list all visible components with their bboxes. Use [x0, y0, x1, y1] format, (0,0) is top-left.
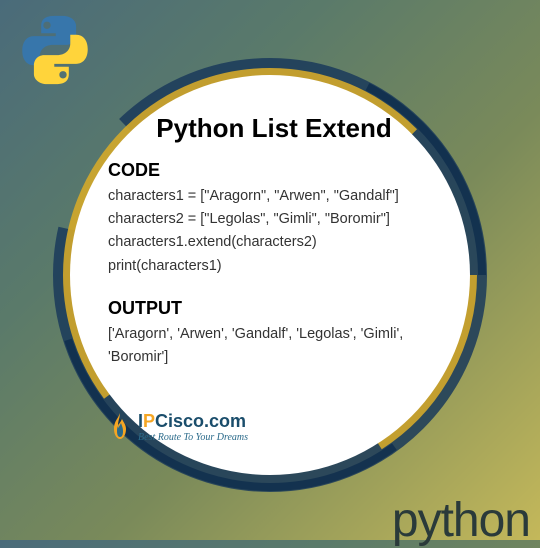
page-title: Python List Extend: [108, 113, 440, 144]
output-section: OUTPUT ['Aragorn', 'Arwen', 'Gandalf', '…: [108, 298, 440, 369]
code-line: characters1 = ["Aragorn", "Arwen", "Gand…: [108, 185, 440, 208]
output-header: OUTPUT: [108, 298, 440, 319]
code-section: CODE characters1 = ["Aragorn", "Arwen", …: [108, 160, 440, 278]
flame-icon: [108, 411, 132, 443]
code-line: characters2 = ["Legolas", "Gimli", "Boro…: [108, 208, 440, 231]
brand-name: IPCisco.com: [138, 411, 248, 432]
code-line: characters1.extend(characters2): [108, 231, 440, 254]
python-logo-icon: [15, 10, 95, 90]
code-line: print(characters1): [108, 255, 440, 278]
code-header: CODE: [108, 160, 440, 181]
ipcisco-logo: IPCisco.com Best Route To Your Dreams: [108, 411, 248, 443]
ipcisco-text: IPCisco.com Best Route To Your Dreams: [138, 411, 248, 443]
content-area: Python List Extend CODE characters1 = ["…: [70, 75, 470, 475]
brand-tagline: Best Route To Your Dreams: [138, 432, 248, 443]
main-content-circle: Python List Extend CODE characters1 = ["…: [50, 55, 490, 495]
output-text: ['Aragorn', 'Arwen', 'Gandalf', 'Legolas…: [108, 323, 440, 369]
